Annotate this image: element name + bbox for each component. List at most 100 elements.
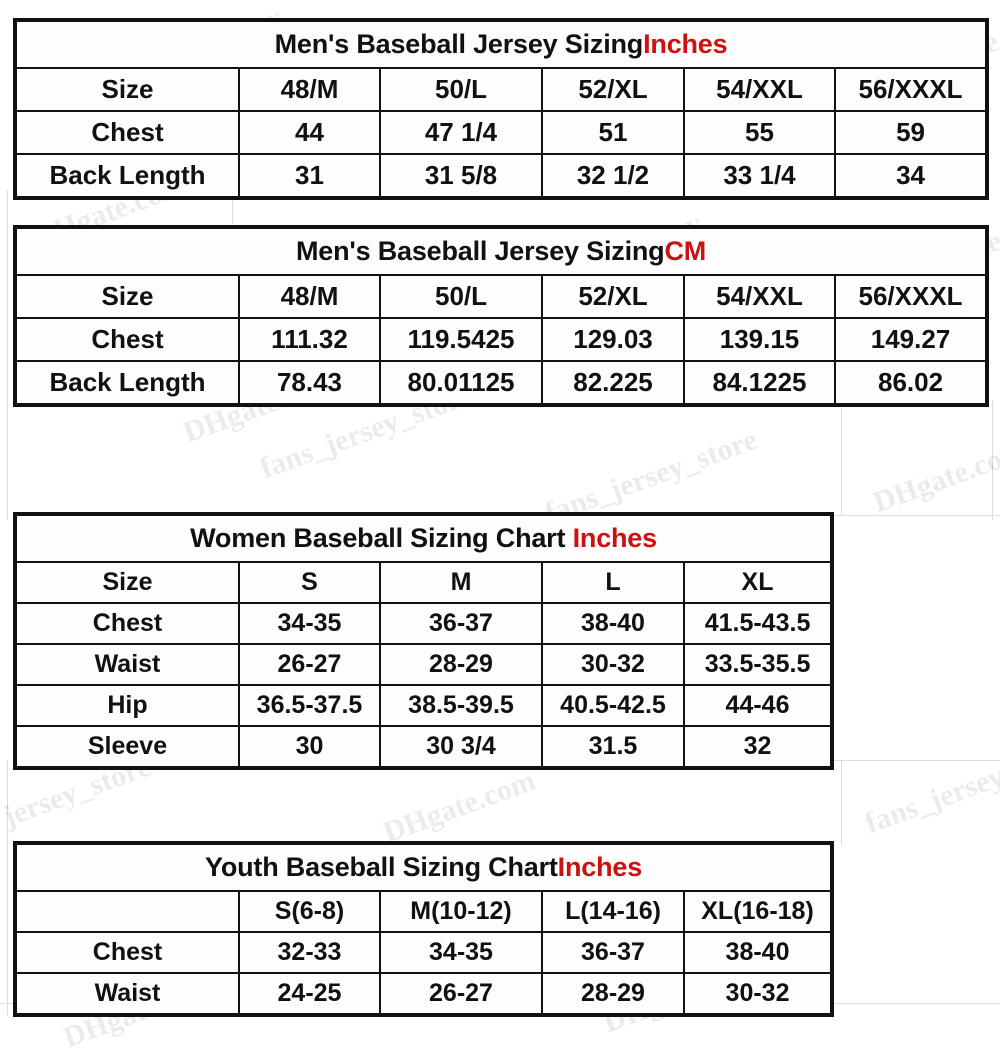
background-gridline-vertical: [7, 190, 8, 520]
mens-baseball-jersey-sizing-inches-table: Men's Baseball Jersey SizingInches Size …: [13, 18, 990, 200]
table-cell: 24-25: [238, 972, 381, 1016]
table-cell: 149.27: [833, 317, 989, 362]
table-cell: 26-27: [379, 972, 543, 1016]
table-cell: 30-32: [541, 643, 685, 686]
column-header: S(6-8): [238, 890, 381, 933]
background-gridline-horizontal: [834, 515, 1000, 516]
table-title-row: Youth Baseball Sizing ChartInches: [15, 843, 833, 892]
watermark: fans_jersey_store: [860, 732, 1000, 841]
table-unit-label: Inches: [643, 29, 728, 60]
table-cell: 55: [683, 110, 836, 155]
table-cell: 34: [833, 153, 989, 199]
table-row: Hip 36.5-37.5 38.5-39.5 40.5-42.5 44-46: [14, 684, 834, 727]
table-header-row: Size S M L XL: [14, 561, 834, 604]
header-label-cell: [14, 890, 240, 933]
table-cell: 32 1/2: [541, 153, 685, 199]
background-gridline-vertical: [992, 400, 993, 520]
background-gridline-vertical: [7, 760, 8, 1015]
table-header-row: Size 48/M 50/L 52/XL 54/XXL 56/XXXL: [14, 274, 989, 319]
table-row: Chest 34-35 36-37 38-40 41.5-43.5: [14, 602, 834, 645]
table-title-row: Women Baseball Sizing Chart Inches: [15, 514, 833, 563]
row-label: Chest: [14, 602, 240, 645]
table-cell: 84.1225: [683, 360, 836, 406]
watermark: DHgate.com: [378, 763, 540, 850]
table-row: Waist 26-27 28-29 30-32 33.5-35.5: [14, 643, 834, 686]
column-header: 50/L: [379, 274, 543, 319]
table-title-cell: Men's Baseball Jersey SizingCM: [15, 227, 988, 276]
table-cell: 36-37: [379, 602, 543, 645]
column-header: 56/XXXL: [833, 67, 989, 112]
table-cell: 31: [238, 153, 381, 199]
table-cell: 36.5-37.5: [238, 684, 381, 727]
row-label: Waist: [14, 972, 240, 1016]
table-title-cell: Women Baseball Sizing Chart Inches: [15, 514, 833, 563]
table-cell: 47 1/4: [379, 110, 543, 155]
table-title: Women Baseball Sizing Chart: [190, 523, 573, 554]
table-row: Chest 111.32 119.5425 129.03 139.15 149.…: [14, 317, 989, 362]
table-cell: 31.5: [541, 725, 685, 769]
table-cell: 44: [238, 110, 381, 155]
column-header: 48/M: [238, 67, 381, 112]
table-cell: 78.43: [238, 360, 381, 406]
table-cell: 32-33: [238, 931, 381, 974]
column-header: M(10-12): [379, 890, 543, 933]
table-title-cell: Youth Baseball Sizing ChartInches: [15, 843, 833, 892]
column-header: L(14-16): [541, 890, 685, 933]
table-cell: 38-40: [682, 931, 834, 974]
table-cell: 119.5425: [379, 317, 543, 362]
table-title: Youth Baseball Sizing Chart: [205, 852, 558, 883]
table-cell: 38-40: [541, 602, 685, 645]
row-label: Chest: [14, 110, 240, 155]
table-cell: 33 1/4: [683, 153, 836, 199]
table-cell: 82.225: [541, 360, 685, 406]
column-header: 48/M: [238, 274, 381, 319]
table-unit-label: Inches: [557, 852, 643, 883]
table-cell: 26-27: [238, 643, 381, 686]
background-gridline-vertical: [841, 760, 842, 845]
table-cell: 38.5-39.5: [379, 684, 543, 727]
row-label: Back Length: [14, 360, 240, 406]
table-cell: 30: [238, 725, 381, 769]
table-cell: 30-32: [682, 972, 834, 1016]
header-label-cell: Size: [14, 561, 240, 604]
table-cell: 28-29: [541, 972, 685, 1016]
column-header: 50/L: [379, 67, 543, 112]
table-header-row: S(6-8) M(10-12) L(14-16) XL(16-18): [14, 890, 834, 933]
table-cell: 30 3/4: [379, 725, 543, 769]
table-row: Back Length 78.43 80.01125 82.225 84.122…: [14, 360, 989, 406]
column-header: 54/XXL: [683, 274, 836, 319]
table-cell: 31 5/8: [379, 153, 543, 199]
row-label: Back Length: [14, 153, 240, 199]
table-cell: 129.03: [541, 317, 685, 362]
table-cell: 44-46: [682, 684, 834, 727]
table-cell: 32: [682, 725, 834, 769]
column-header: 56/XXXL: [833, 274, 989, 319]
row-label: Waist: [14, 643, 240, 686]
table-title-cell: Men's Baseball Jersey SizingInches: [15, 20, 988, 69]
table-title: Men's Baseball Jersey Sizing: [295, 236, 665, 267]
column-header: 52/XL: [541, 274, 685, 319]
table-title-row: Men's Baseball Jersey SizingCM: [15, 227, 988, 276]
table-cell: 36-37: [541, 931, 685, 974]
column-header: 54/XXL: [683, 67, 836, 112]
row-label: Chest: [14, 931, 240, 974]
table-cell: 139.15: [683, 317, 836, 362]
table-cell: 59: [833, 110, 989, 155]
mens-baseball-jersey-sizing-cm-table: Men's Baseball Jersey SizingCM Size 48/M…: [13, 225, 990, 407]
column-header: 52/XL: [541, 67, 685, 112]
column-header: L: [541, 561, 685, 604]
table-cell: 34-35: [379, 931, 543, 974]
table-row: Sleeve 30 30 3/4 31.5 32: [14, 725, 834, 769]
row-label: Chest: [14, 317, 240, 362]
table-cell: 41.5-43.5: [682, 602, 834, 645]
table-row: Back Length 31 31 5/8 32 1/2 33 1/4 34: [14, 153, 989, 199]
table-unit-label: Inches: [572, 523, 658, 554]
table-cell: 34-35: [238, 602, 381, 645]
table-row: Chest 32-33 34-35 36-37 38-40: [14, 931, 834, 974]
column-header: XL(16-18): [682, 890, 834, 933]
table-header-row: Size 48/M 50/L 52/XL 54/XXL 56/XXXL: [14, 67, 989, 112]
table-cell: 51: [541, 110, 685, 155]
row-label: Sleeve: [14, 725, 240, 769]
table-cell: 40.5-42.5: [541, 684, 685, 727]
table-unit-label: CM: [664, 236, 707, 267]
